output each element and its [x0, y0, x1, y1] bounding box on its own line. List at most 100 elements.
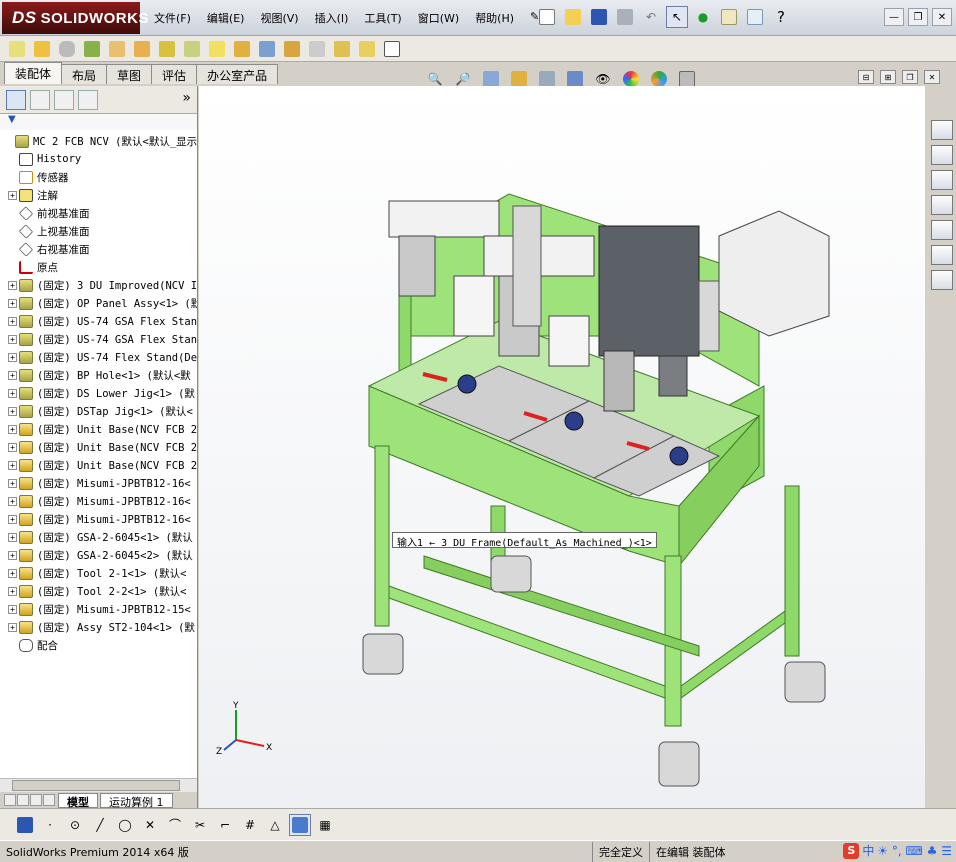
line-button[interactable]: ╱: [89, 814, 111, 836]
new-motion-study-button[interactable]: [231, 38, 253, 60]
shaded-view-button[interactable]: [289, 813, 311, 836]
appearances-icon[interactable]: [931, 245, 953, 265]
scroll-thumb[interactable]: [12, 780, 180, 791]
tree-item[interactable]: + (固定) OP Panel Assy<1> (默: [0, 294, 197, 312]
expand-toggle[interactable]: +: [8, 298, 17, 308]
point-button[interactable]: ·: [39, 814, 61, 836]
menu-window[interactable]: 窗口(W): [410, 8, 467, 28]
last-tab-button[interactable]: [43, 794, 55, 806]
tab-assembly[interactable]: 装配体: [4, 62, 63, 84]
view-palette-icon[interactable]: [931, 220, 953, 240]
expand-toggle[interactable]: +: [8, 514, 17, 524]
menu-help[interactable]: 帮助(H): [467, 8, 522, 28]
tab-motion-study[interactable]: 运动算例 1: [100, 792, 173, 809]
expand-toggle[interactable]: +: [8, 370, 17, 380]
minimize-button[interactable]: —: [884, 8, 904, 26]
tree-item[interactable]: + (固定) GSA-2-6045<2> (默认: [0, 546, 197, 564]
tree-item[interactable]: + (固定) 3 DU Improved(NCV I: [0, 276, 197, 294]
move-component-button[interactable]: [131, 38, 153, 60]
ime-language[interactable]: 中: [862, 842, 874, 859]
configurationmanager-tab[interactable]: [54, 90, 74, 110]
expand-toggle[interactable]: +: [8, 406, 17, 416]
ime-options[interactable]: ☀ °, ⌨ ♣ ☰: [877, 844, 952, 858]
restore-button[interactable]: ❐: [908, 8, 928, 26]
circle-button[interactable]: ⊙: [64, 814, 86, 836]
speedpak-button[interactable]: [356, 38, 378, 60]
help-button[interactable]: ?: [770, 6, 792, 28]
mate-button[interactable]: [56, 38, 78, 60]
expand-toggle[interactable]: +: [8, 568, 17, 578]
first-tab-button[interactable]: [4, 794, 16, 806]
expand-toggle[interactable]: +: [8, 496, 17, 506]
menu-edit[interactable]: 编辑(E): [199, 8, 253, 28]
featuremanager-tree-tab[interactable]: [6, 90, 26, 110]
assembly-model[interactable]: [199, 86, 925, 808]
expand-toggle[interactable]: +: [8, 586, 17, 596]
tab-evaluate[interactable]: 评估: [151, 64, 198, 84]
print-button[interactable]: [614, 6, 636, 28]
expand-toggle[interactable]: +: [8, 388, 17, 398]
tree-item[interactable]: + (固定) GSA-2-6045<1> (默认: [0, 528, 197, 546]
new-document-button[interactable]: [536, 6, 558, 28]
grid-button[interactable]: #: [239, 814, 261, 836]
expand-toggle[interactable]: +: [8, 334, 17, 344]
tree-item[interactable]: + (固定) US-74 Flex Stand(De: [0, 348, 197, 366]
expand-toggle[interactable]: +: [8, 280, 17, 290]
expand-toggle[interactable]: +: [8, 352, 17, 362]
explode-line-button[interactable]: [306, 38, 328, 60]
tree-filter[interactable]: ▼: [0, 114, 197, 130]
exploded-view-button[interactable]: [281, 38, 303, 60]
expand-toggle[interactable]: +: [8, 622, 17, 632]
insert-components-button[interactable]: [6, 38, 28, 60]
tree-item[interactable]: + (固定) US-74 GSA Flex Stan: [0, 330, 197, 348]
tree-item[interactable]: + (固定) DS Lower Jig<1> (默: [0, 384, 197, 402]
more-panels-chevron-icon[interactable]: »: [182, 90, 191, 109]
instant3d-button[interactable]: [331, 38, 353, 60]
table-button[interactable]: ▦: [314, 814, 336, 836]
file-properties-button[interactable]: [718, 6, 740, 28]
solidworks-resources-icon[interactable]: [931, 120, 953, 140]
custom-properties-icon[interactable]: [931, 270, 953, 290]
select-button[interactable]: ↖: [666, 6, 688, 28]
tree-item[interactable]: + (固定) Tool 2-1<1> (默认<: [0, 564, 197, 582]
tree-item[interactable]: + (固定) DSTap Jig<1> (默认<: [0, 402, 197, 420]
tab-sketch[interactable]: 草图: [106, 64, 153, 84]
arc-button[interactable]: ⌒: [164, 814, 186, 836]
tree-item[interactable]: + 注解: [0, 186, 197, 204]
expand-toggle[interactable]: +: [8, 316, 17, 326]
tree-item[interactable]: 原点: [0, 258, 197, 276]
tile-horizontal-button[interactable]: ⊟: [858, 70, 874, 84]
tree-item[interactable]: + (固定) Tool 2-2<1> (默认<: [0, 582, 197, 600]
menu-view[interactable]: 视图(V): [252, 8, 306, 28]
polygon-button[interactable]: ◯: [114, 814, 136, 836]
tree-item[interactable]: 配合: [0, 636, 197, 654]
expand-toggle[interactable]: +: [8, 604, 17, 614]
save-button-bottom[interactable]: [14, 814, 36, 836]
options-button[interactable]: [744, 6, 766, 28]
bill-of-materials-button[interactable]: [256, 38, 278, 60]
tree-item[interactable]: + (固定) Misumi-JPBTB12-15<: [0, 600, 197, 618]
show-hidden-button[interactable]: [156, 38, 178, 60]
tree-item[interactable]: + (固定) Assy ST2-104<1> (默: [0, 618, 197, 636]
menu-file[interactable]: 文件(F): [146, 8, 199, 28]
triangle-button[interactable]: △: [264, 814, 286, 836]
tree-item[interactable]: 传感器: [0, 168, 197, 186]
displaymanager-tab[interactable]: [78, 90, 98, 110]
linear-pattern-button[interactable]: [81, 38, 103, 60]
rebuild-button[interactable]: ●: [692, 6, 714, 28]
tree-item[interactable]: History: [0, 150, 197, 168]
undo-button[interactable]: ↶: [640, 6, 662, 28]
expand-toggle[interactable]: +: [8, 532, 17, 542]
expand-toggle[interactable]: +: [8, 442, 17, 452]
tab-model[interactable]: 模型: [58, 792, 98, 809]
graphics-area[interactable]: [199, 86, 925, 808]
tab-office-products[interactable]: 办公室产品: [196, 64, 279, 84]
home-icon[interactable]: [931, 145, 953, 165]
tree-item[interactable]: 上视基准面: [0, 222, 197, 240]
tree-horizontal-scrollbar[interactable]: [0, 778, 197, 792]
menu-insert[interactable]: 插入(I): [307, 8, 357, 28]
design-library-icon[interactable]: [931, 170, 953, 190]
tree-item[interactable]: + (固定) Unit Base(NCV FCB 2: [0, 438, 197, 456]
tree-item[interactable]: MC 2 FCB NCV (默认<默认_显示: [0, 132, 197, 150]
doc-restore-button[interactable]: ❐: [902, 70, 918, 84]
